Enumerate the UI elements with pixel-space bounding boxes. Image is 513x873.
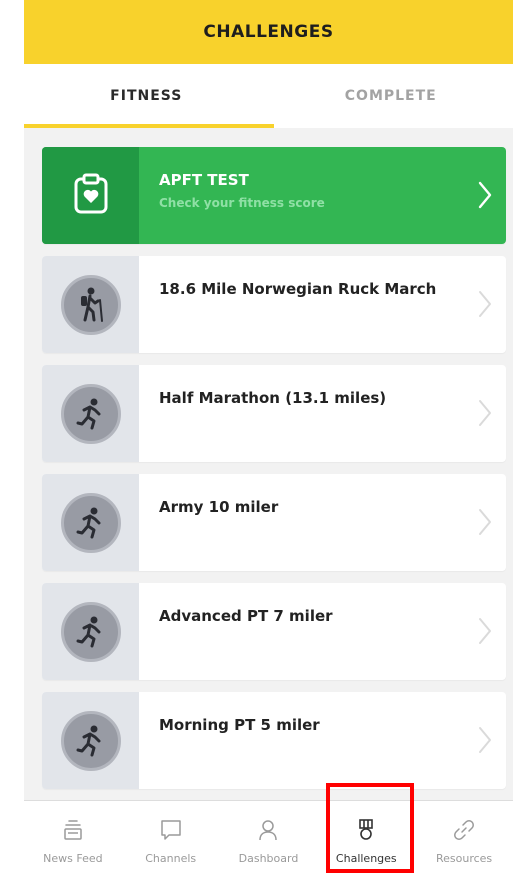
challenge-title: Half Marathon (13.1 miles) xyxy=(159,389,387,407)
bottom-navigation: News Feed Channels Dashboard Challenges … xyxy=(24,800,513,873)
nav-news-feed-label: News Feed xyxy=(43,852,103,865)
chevron-right-icon xyxy=(478,726,492,758)
tab-fitness[interactable]: FITNESS xyxy=(24,64,269,128)
challenge-title: 18.6 Mile Norwegian Ruck March xyxy=(159,280,437,298)
tab-complete-label: COMPLETE xyxy=(344,88,437,104)
challenge-card[interactable]: Advanced PT 7 miler xyxy=(42,583,506,680)
apft-subtitle: Check your fitness score xyxy=(159,196,325,210)
chevron-right-icon xyxy=(478,617,492,649)
chevron-right-icon xyxy=(478,181,492,213)
tab-fitness-label: FITNESS xyxy=(110,88,183,104)
challenge-card[interactable]: Half Marathon (13.1 miles) xyxy=(42,365,506,462)
challenge-card[interactable]: Army 10 miler xyxy=(42,474,506,571)
challenge-thumb xyxy=(42,365,139,462)
challenge-thumb xyxy=(42,583,139,680)
news-feed-icon xyxy=(64,818,82,842)
nav-channels-label: Channels xyxy=(145,852,197,865)
challenge-thumb xyxy=(42,474,139,571)
tab-complete[interactable]: COMPLETE xyxy=(269,64,513,128)
apft-title: APFT TEST xyxy=(159,171,249,189)
nav-resources[interactable]: Resources xyxy=(415,801,513,873)
nav-dashboard[interactable]: Dashboard xyxy=(220,801,318,873)
nav-challenges-label: Challenges xyxy=(335,852,397,865)
runner-icon xyxy=(60,383,121,444)
challenge-card[interactable]: 18.6 Mile Norwegian Ruck March xyxy=(42,256,506,353)
apft-thumb xyxy=(42,147,139,244)
challenge-title: Army 10 miler xyxy=(159,498,279,516)
tab-bar: FITNESS COMPLETE xyxy=(24,64,513,128)
nav-challenges[interactable]: Challenges xyxy=(317,801,415,873)
chevron-right-icon xyxy=(478,399,492,431)
person-icon xyxy=(258,818,278,842)
hiker-icon xyxy=(60,274,121,335)
active-tab-indicator xyxy=(24,124,274,128)
chevron-right-icon xyxy=(478,508,492,540)
challenge-title: Morning PT 5 miler xyxy=(159,716,320,734)
nav-channels[interactable]: Channels xyxy=(122,801,220,873)
clipboard-heart-icon xyxy=(73,173,109,219)
link-icon xyxy=(453,818,475,842)
challenge-thumb xyxy=(42,692,139,789)
runner-icon xyxy=(60,710,121,771)
challenge-card[interactable]: Morning PT 5 miler xyxy=(42,692,506,789)
runner-icon xyxy=(60,601,121,662)
nav-news-feed[interactable]: News Feed xyxy=(24,801,122,873)
challenges-screen: CHALLENGES FITNESS COMPLETE APFT TEST Ch… xyxy=(24,0,513,873)
nav-dashboard-label: Dashboard xyxy=(238,852,299,865)
challenge-thumb xyxy=(42,256,139,353)
nav-resources-label: Resources xyxy=(435,852,493,865)
apft-test-card[interactable]: APFT TEST Check your fitness score xyxy=(42,147,506,244)
runner-icon xyxy=(60,492,121,553)
medal-icon xyxy=(357,818,375,842)
challenge-title: Advanced PT 7 miler xyxy=(159,607,333,625)
header-bar: CHALLENGES xyxy=(24,0,513,64)
chat-bubble-icon xyxy=(160,818,182,842)
chevron-right-icon xyxy=(478,290,492,322)
page-title: CHALLENGES xyxy=(203,22,334,42)
